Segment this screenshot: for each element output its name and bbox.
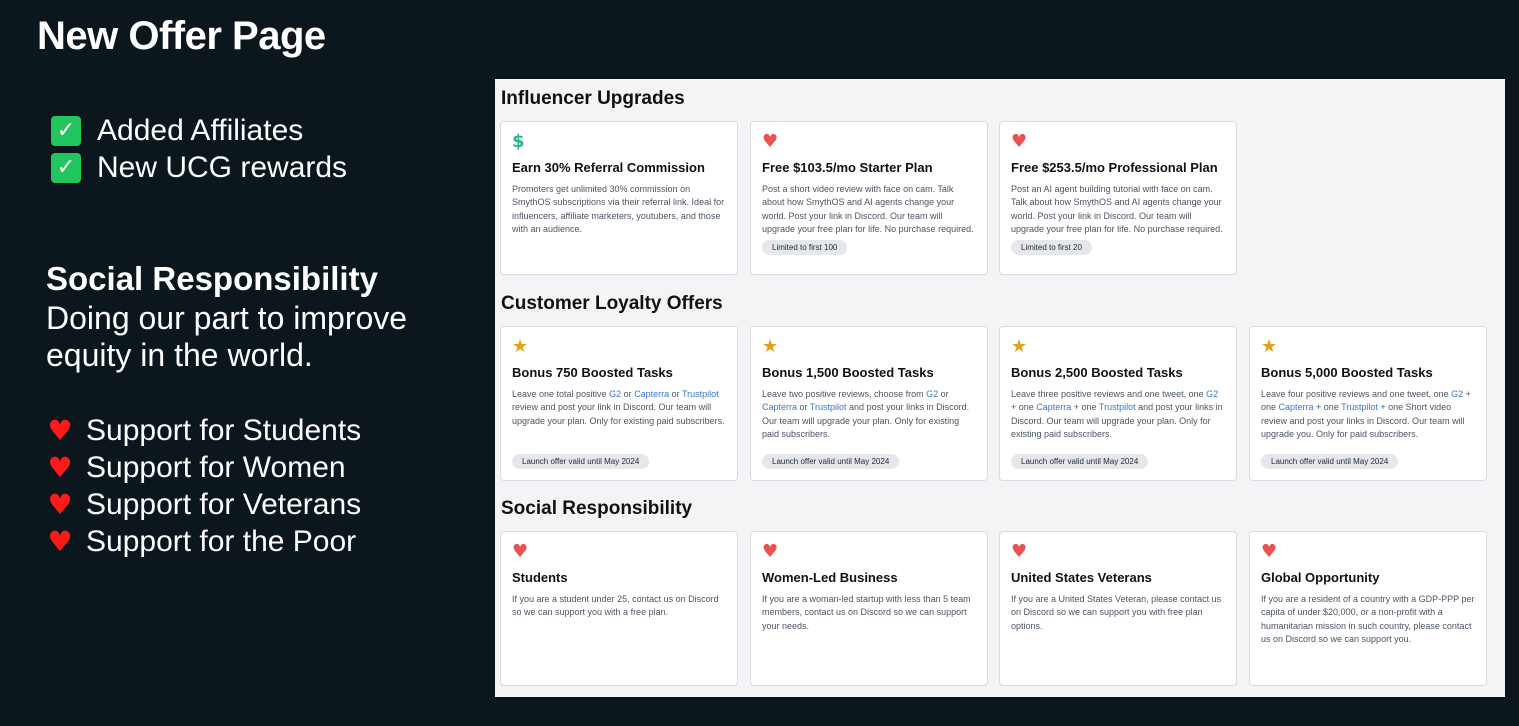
trustpilot-link[interactable]: Trustpilot (1099, 402, 1136, 412)
feature-checklist: ✓ Added Affiliates ✓ New UCG rewards (51, 112, 347, 186)
offer-badge: Launch offer valid until May 2024 (762, 454, 900, 469)
dollar-icon: $ (512, 131, 525, 152)
card-title: Free $253.5/mo Professional Plan (1011, 160, 1218, 175)
support-item: ♥ Support for Women (46, 449, 361, 486)
card-title: Bonus 2,500 Boosted Tasks (1011, 365, 1183, 380)
checklist-item: ✓ Added Affiliates (51, 112, 347, 149)
support-item-label: Support for Veterans (86, 487, 362, 521)
checkmark-icon: ✓ (51, 115, 81, 146)
offer-card-women-led[interactable]: ♥ Women-Led Business If you are a woman-… (750, 531, 988, 686)
heart-icon: ♥ (1011, 131, 1028, 152)
offer-card-bonus-5000[interactable]: ★ Bonus 5,000 Boosted Tasks Leave four p… (1249, 326, 1487, 481)
card-title: Bonus 750 Boosted Tasks (512, 365, 673, 380)
card-title: Free $103.5/mo Starter Plan (762, 160, 933, 175)
card-description: Promoters get unlimited 30% commission o… (512, 184, 725, 234)
support-item-label: Support for Women (86, 450, 346, 484)
support-item-label: Support for Students (86, 413, 362, 447)
limit-badge: Limited to first 20 (1011, 240, 1092, 256)
card-description: Post a short video review with face on c… (762, 184, 974, 234)
support-list: ♥ Support for Students ♥ Support for Wom… (46, 412, 361, 560)
heart-icon: ♥ (762, 541, 779, 562)
card-description: If you are a resident of a country with … (1261, 594, 1475, 644)
offer-card-professional-plan[interactable]: ♥ Free $253.5/mo Professional Plan Post … (999, 121, 1237, 275)
trustpilot-link[interactable]: Trustpilot (810, 402, 847, 412)
support-item-label: Support for the Poor (86, 524, 357, 558)
capterra-link[interactable]: Capterra (1279, 402, 1314, 412)
heart-icon: ♥ (762, 131, 779, 152)
g2-link[interactable]: G2 (926, 389, 938, 399)
card-title: Global Opportunity (1261, 570, 1380, 585)
offer-card-bonus-2500[interactable]: ★ Bonus 2,500 Boosted Tasks Leave three … (999, 326, 1237, 481)
offers-screenshot-panel: Influencer Upgrades $ Earn 30% Referral … (495, 79, 1505, 697)
heart-icon: ♥ (1261, 541, 1278, 562)
card-title: Women-Led Business (762, 570, 898, 585)
star-icon: ★ (1011, 336, 1028, 357)
card-description: Leave three positive reviews and one twe… (1011, 389, 1223, 439)
support-item: ♥ Support for the Poor (46, 523, 361, 560)
card-title: Bonus 5,000 Boosted Tasks (1261, 365, 1433, 380)
card-title: United States Veterans (1011, 570, 1152, 585)
support-item: ♥ Support for Veterans (46, 486, 361, 523)
card-description: If you are a woman-led startup with less… (762, 594, 971, 631)
social-responsibility-block: Social Responsibility Doing our part to … (46, 260, 446, 374)
card-description: Leave four positive reviews and one twee… (1261, 389, 1471, 439)
checklist-item-label: New UCG rewards (97, 150, 348, 184)
page-title: New Offer Page (37, 14, 326, 58)
checklist-item: ✓ New UCG rewards (51, 149, 347, 186)
offer-card-students[interactable]: ♥ Students If you are a student under 25… (500, 531, 738, 686)
section-title-loyalty: Customer Loyalty Offers (501, 293, 723, 314)
support-item: ♥ Support for Students (46, 412, 361, 449)
card-title: Bonus 1,500 Boosted Tasks (762, 365, 934, 380)
card-description: If you are a United States Veteran, plea… (1011, 594, 1222, 631)
trustpilot-link[interactable]: Trustpilot (682, 389, 719, 399)
offer-card-starter-plan[interactable]: ♥ Free $103.5/mo Starter Plan Post a sho… (750, 121, 988, 275)
heart-icon: ♥ (47, 487, 73, 521)
section-title-influencer: Influencer Upgrades (501, 88, 685, 109)
g2-link[interactable]: G2 (609, 389, 621, 399)
offer-badge: Launch offer valid until May 2024 (512, 454, 650, 469)
heart-icon: ♥ (47, 450, 73, 484)
offer-card-bonus-750[interactable]: ★ Bonus 750 Boosted Tasks Leave one tota… (500, 326, 738, 481)
heart-icon: ♥ (512, 541, 529, 562)
offer-card-global-opportunity[interactable]: ♥ Global Opportunity If you are a reside… (1249, 531, 1487, 686)
card-description: Post an AI agent building tutorial with … (1011, 184, 1223, 234)
limit-badge: Limited to first 100 (762, 240, 848, 256)
offer-badge: Launch offer valid until May 2024 (1261, 454, 1399, 469)
offer-card-bonus-1500[interactable]: ★ Bonus 1,500 Boosted Tasks Leave two po… (750, 326, 988, 481)
heart-icon: ♥ (47, 413, 73, 447)
social-subtitle: Doing our part to improve equity in the … (46, 300, 408, 373)
offer-card-referral[interactable]: $ Earn 30% Referral Commission Promoters… (500, 121, 738, 275)
g2-link[interactable]: G2 (1451, 389, 1463, 399)
offer-badge: Launch offer valid until May 2024 (1011, 454, 1149, 469)
offer-card-veterans[interactable]: ♥ United States Veterans If you are a Un… (999, 531, 1237, 686)
capterra-link[interactable]: Capterra (762, 402, 797, 412)
card-description: Leave one total positive G2 or Capterra … (512, 389, 725, 426)
checkmark-icon: ✓ (51, 152, 81, 183)
star-icon: ★ (762, 336, 779, 357)
g2-link[interactable]: G2 (1206, 389, 1218, 399)
social-heading: Social Responsibility (46, 260, 378, 297)
section-title-social: Social Responsibility (501, 498, 693, 519)
heart-icon: ♥ (47, 524, 73, 558)
card-description: Leave two positive reviews, choose from … (762, 389, 970, 439)
card-title: Earn 30% Referral Commission (512, 160, 705, 175)
star-icon: ★ (512, 336, 529, 357)
heart-icon: ♥ (1011, 541, 1028, 562)
trustpilot-link[interactable]: Trustpilot (1341, 402, 1378, 412)
card-title: Students (512, 570, 568, 585)
card-description: If you are a student under 25, contact u… (512, 594, 719, 618)
star-icon: ★ (1261, 336, 1278, 357)
checklist-item-label: Added Affiliates (97, 113, 304, 147)
capterra-link[interactable]: Capterra (1036, 402, 1071, 412)
capterra-link[interactable]: Capterra (634, 389, 669, 399)
